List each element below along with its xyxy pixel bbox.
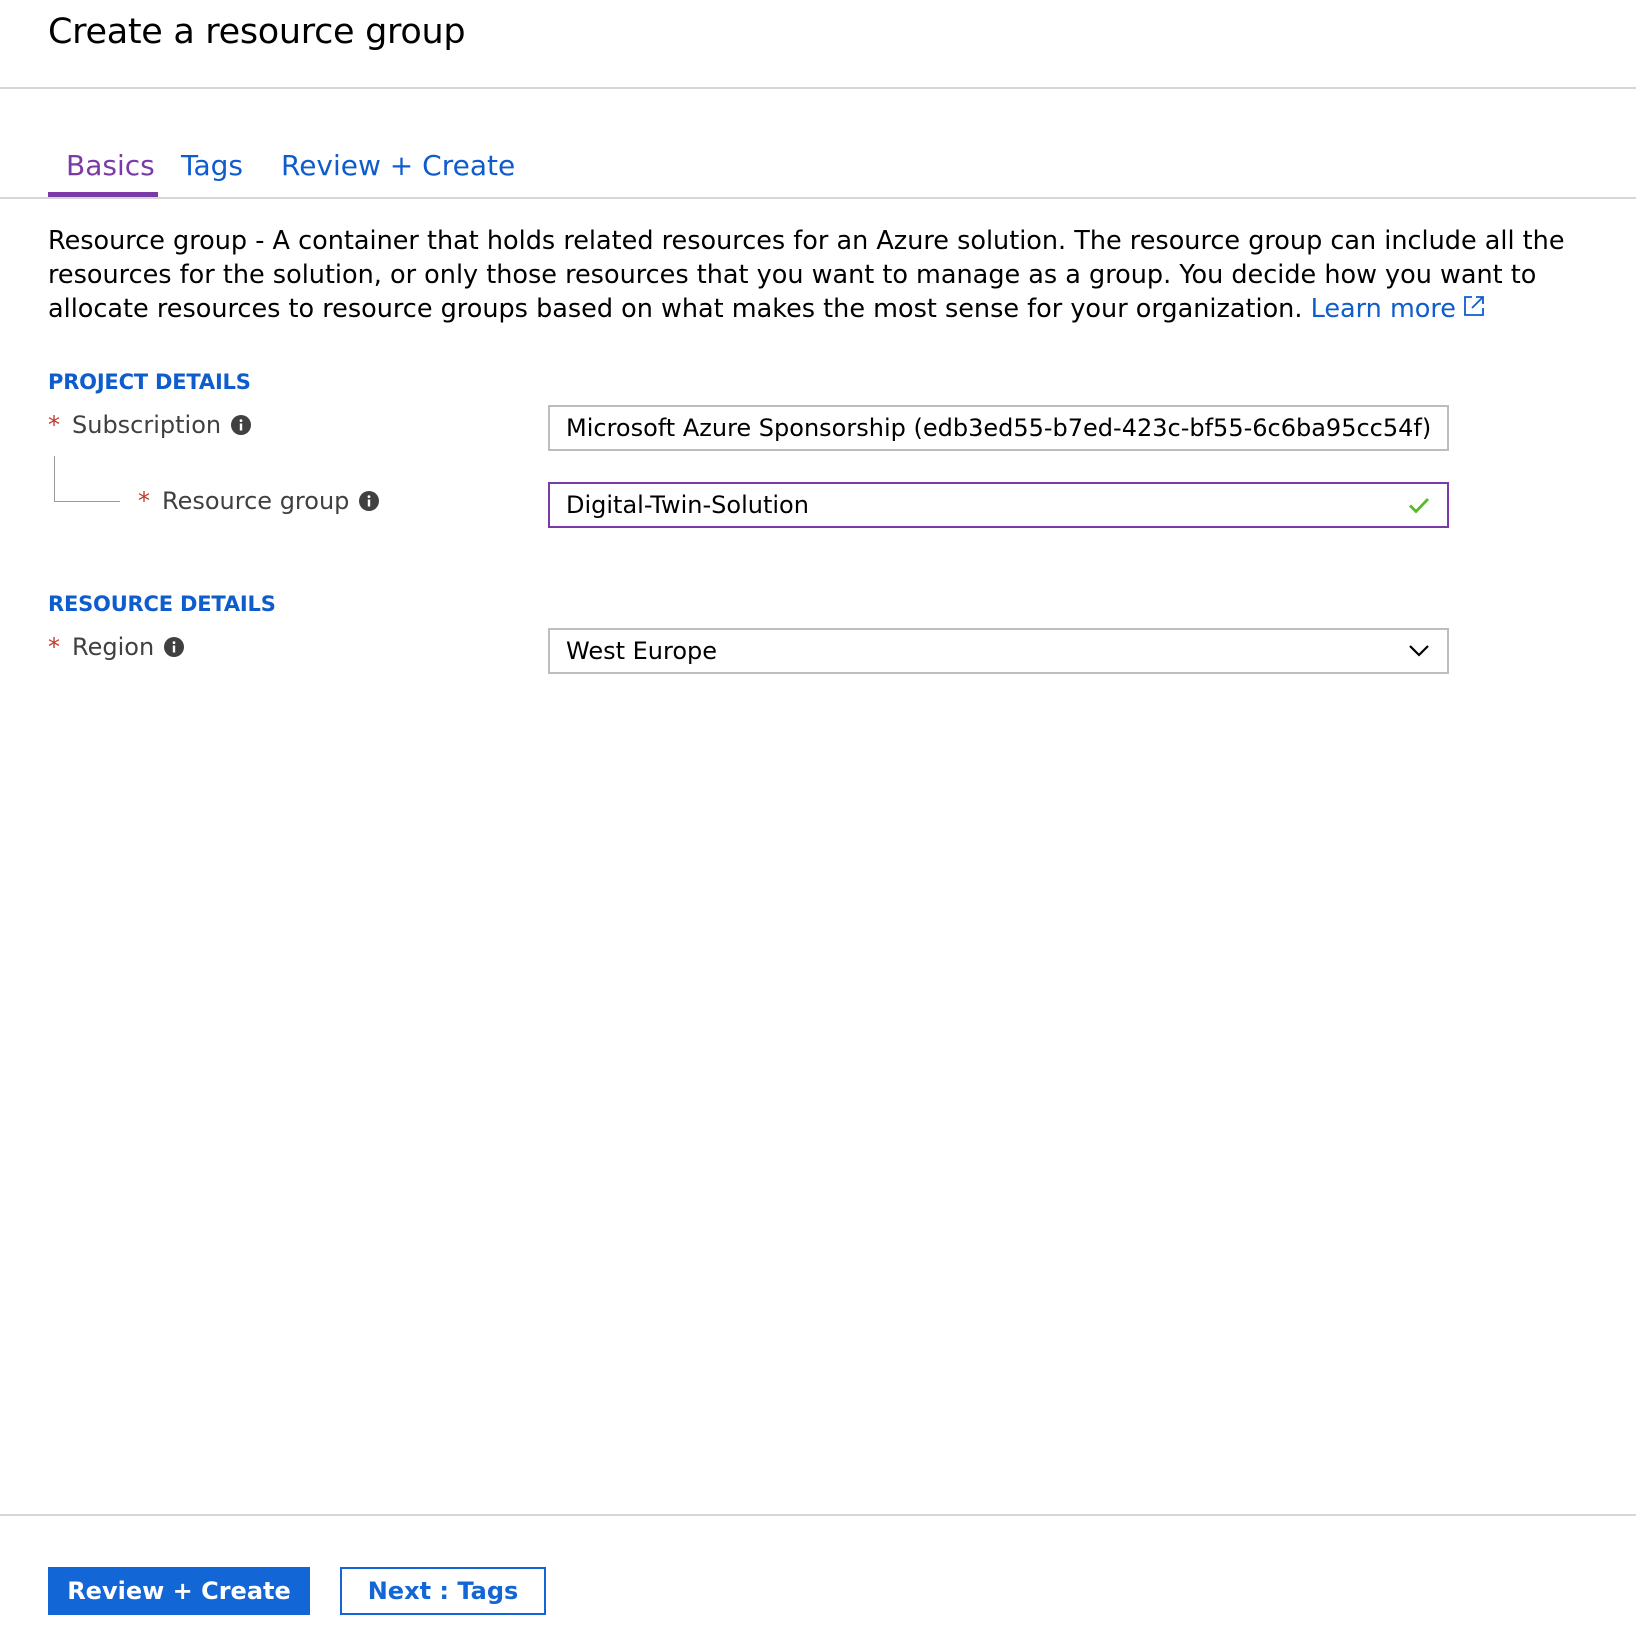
external-link-icon	[1464, 296, 1484, 316]
region-label-text: Region	[72, 633, 155, 661]
resource-group-label-text: Resource group	[162, 487, 350, 515]
subscription-value: Microsoft Azure Sponsorship (edb3ed55-b7…	[566, 414, 1432, 442]
project-details-heading: PROJECT DETAILS	[48, 370, 251, 394]
page-header: Create a resource group	[0, 0, 1636, 89]
page-title: Create a resource group	[48, 12, 466, 52]
required-marker: *	[48, 411, 60, 439]
info-icon[interactable]	[231, 415, 252, 435]
tab-tags[interactable]: Tags	[181, 146, 243, 186]
region-select[interactable]: West Europe	[548, 628, 1449, 674]
tab-bar: Basics Tags Review + Create	[0, 140, 1636, 199]
description-line-1-text: - A container that holds related resourc…	[247, 226, 1565, 256]
description-line-3-text: allocate resources to resource groups ba…	[48, 294, 1303, 324]
required-marker: *	[48, 633, 60, 661]
subscription-label-text: Subscription	[72, 411, 222, 439]
info-icon[interactable]	[359, 491, 380, 511]
description-line-2: resources for the solution, or only thos…	[48, 260, 1537, 290]
resource-group-description: Resource group - A container that holds …	[48, 224, 1565, 326]
learn-more-label: Learn more	[1310, 294, 1456, 324]
info-icon[interactable]	[164, 637, 185, 657]
resource-details-heading: RESOURCE DETAILS	[48, 592, 276, 616]
next-tags-button[interactable]: Next : Tags	[340, 1567, 546, 1615]
subscription-label: * Subscription	[48, 409, 252, 441]
tab-review-create[interactable]: Review + Create	[281, 146, 515, 186]
resource-group-label: * Resource group	[138, 485, 380, 517]
checkmark-icon	[1409, 498, 1430, 514]
review-create-button[interactable]: Review + Create	[48, 1567, 310, 1615]
resource-group-input[interactable]: Digital-Twin-Solution	[548, 482, 1449, 528]
tab-basics[interactable]: Basics	[66, 146, 155, 186]
tree-connector	[54, 456, 120, 502]
learn-more-link[interactable]: Learn more	[1311, 294, 1486, 324]
chevron-down-icon	[1409, 645, 1429, 657]
description-line-3: allocate resources to resource groups ba…	[48, 292, 1488, 326]
region-label: * Region	[48, 631, 185, 663]
subscription-select[interactable]: Microsoft Azure Sponsorship (edb3ed55-b7…	[548, 405, 1449, 451]
resource-group-value: Digital-Twin-Solution	[566, 491, 809, 519]
create-resource-group-page: Create a resource group Basics Tags Revi…	[0, 0, 1636, 1634]
region-value: West Europe	[566, 637, 718, 665]
description-line-1: Resource group - A container that holds …	[48, 224, 1565, 258]
active-tab-indicator	[48, 192, 158, 197]
required-marker: *	[138, 487, 150, 515]
footer-bar: Review + Create Next : Tags	[0, 1514, 1636, 1634]
description-lead: Resource group	[48, 226, 248, 256]
